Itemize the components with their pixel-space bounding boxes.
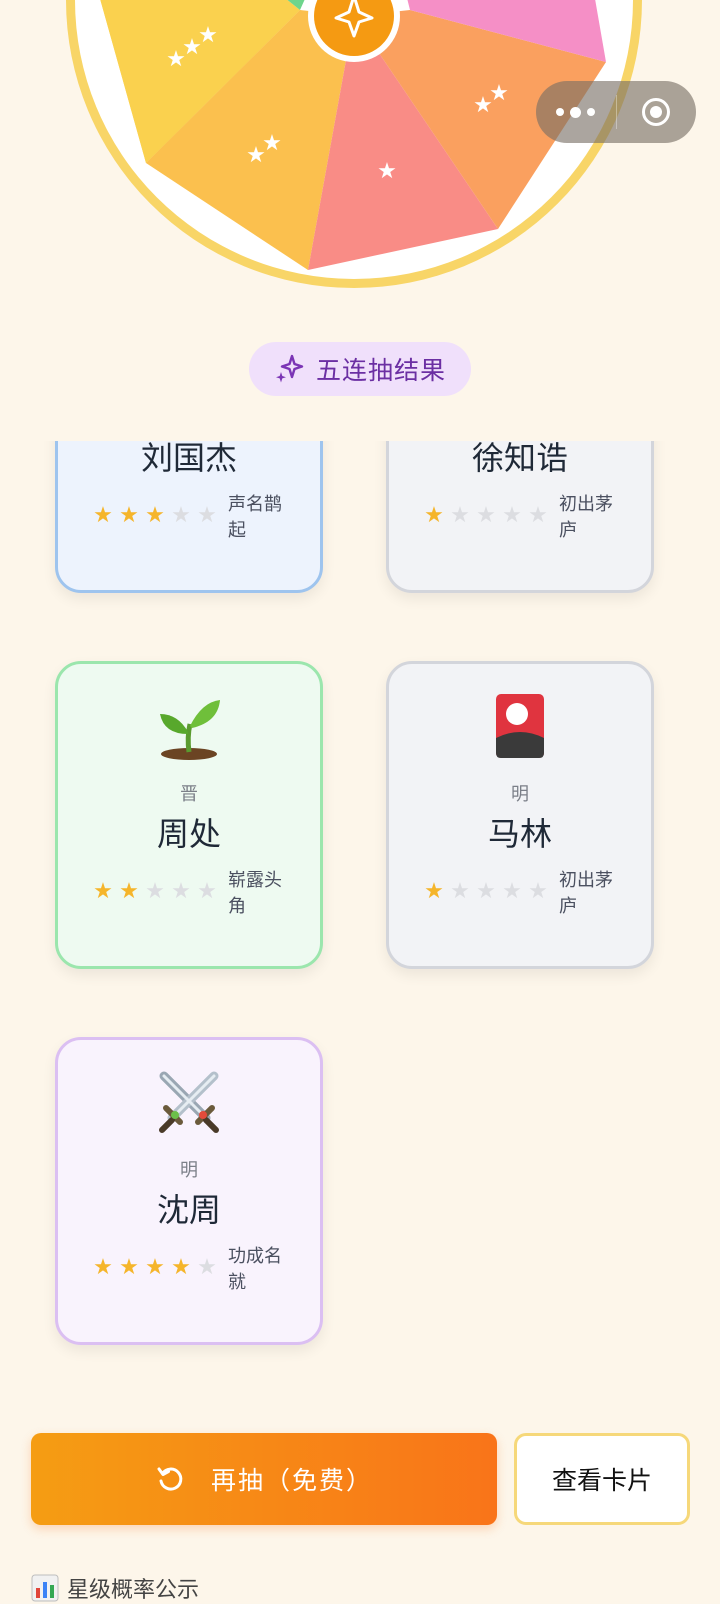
star-empty-icon: ★ bbox=[502, 879, 522, 904]
target-icon bbox=[642, 98, 671, 126]
star-empty-icon: ★ bbox=[502, 503, 522, 528]
draw-again-label: 再抽（免费） bbox=[210, 1466, 373, 1495]
result-card[interactable]: 晋 周处 ★ ★ ★ ★ ★ 崭露头角 bbox=[55, 661, 323, 969]
star-filled-icon: ★ bbox=[424, 503, 444, 528]
star-empty-icon: ★ bbox=[171, 879, 191, 904]
prize-wheel[interactable]: ★★★★★★★★★ bbox=[0, 0, 720, 300]
result-title-badge: 五连抽结果 bbox=[249, 342, 471, 396]
star-filled-icon: ★ bbox=[93, 1255, 113, 1280]
star-empty-icon: ★ bbox=[528, 879, 548, 904]
star-rating: ★ ★ ★ ★ ★ bbox=[92, 881, 218, 903]
star-empty-icon: ★ bbox=[197, 879, 217, 904]
star-filled-icon: ★ bbox=[93, 503, 113, 528]
close-button[interactable] bbox=[617, 81, 697, 143]
segment-star-icon: ★ bbox=[486, 0, 506, 6]
star-empty-icon: ★ bbox=[197, 1255, 217, 1280]
card-tier: 初出茅庐 bbox=[559, 870, 613, 917]
star-filled-icon: ★ bbox=[424, 879, 444, 904]
star-empty-icon: ★ bbox=[171, 503, 191, 528]
card-tier: 功成名就 bbox=[228, 1246, 282, 1293]
result-card[interactable]: 刘国杰 ★ ★ ★ ★ ★ 声名鹊起 bbox=[55, 441, 323, 593]
result-card[interactable]: 明 马林 ★ ★ ★ ★ ★ 初出茅庐 bbox=[386, 661, 654, 969]
segment-star-icon: ★ bbox=[262, 131, 282, 156]
star-filled-icon: ★ bbox=[171, 1255, 191, 1280]
card-dynasty: 明 bbox=[180, 1160, 198, 1181]
sparkles-icon bbox=[275, 354, 304, 383]
star-empty-icon: ★ bbox=[197, 503, 217, 528]
star-rating: ★ ★ ★ ★ ★ bbox=[92, 1257, 218, 1279]
result-card[interactable]: 徐知诰 ★ ★ ★ ★ ★ 初出茅庐 bbox=[386, 441, 654, 593]
star-filled-icon: ★ bbox=[119, 879, 139, 904]
star-empty-icon: ★ bbox=[476, 503, 496, 528]
card-tier: 声名鹊起 bbox=[228, 494, 282, 541]
star-empty-icon: ★ bbox=[476, 879, 496, 904]
card-name: 刘国杰 bbox=[140, 441, 237, 477]
probability-label: 星级概率公示 bbox=[67, 1578, 200, 1603]
refresh-icon bbox=[157, 1467, 183, 1491]
mini-program-capsule bbox=[536, 81, 696, 143]
result-title-text: 五连抽结果 bbox=[315, 356, 446, 385]
result-card[interactable]: 明 沈周 ★ ★ ★ ★ ★ 功成名就 bbox=[55, 1037, 323, 1345]
card-name: 周处 bbox=[156, 815, 221, 853]
star-empty-icon: ★ bbox=[528, 503, 548, 528]
seedling-icon bbox=[58, 692, 320, 766]
view-cards-label: 查看卡片 bbox=[551, 1466, 652, 1495]
star-filled-icon: ★ bbox=[93, 879, 113, 904]
segment-star-icon: ★ bbox=[198, 23, 218, 48]
star-filled-icon: ★ bbox=[145, 503, 165, 528]
star-filled-icon: ★ bbox=[119, 503, 139, 528]
bar-chart-icon bbox=[31, 1574, 59, 1602]
card-dynasty: 晋 bbox=[180, 784, 198, 805]
card-tier: 崭露头角 bbox=[228, 870, 282, 917]
card-dynasty: 明 bbox=[511, 784, 529, 805]
star-filled-icon: ★ bbox=[119, 1255, 139, 1280]
star-filled-icon: ★ bbox=[145, 1255, 165, 1280]
crossed-swords-icon bbox=[58, 1068, 320, 1142]
star-rating: ★ ★ ★ ★ ★ bbox=[423, 881, 549, 903]
card-name: 徐知诰 bbox=[471, 441, 568, 477]
card-name: 马林 bbox=[487, 815, 552, 853]
card-name: 沈周 bbox=[156, 1191, 221, 1229]
draw-results-grid: 刘国杰 ★ ★ ★ ★ ★ 声名鹊起 徐知诰 ★ ★ ★ ★ ★ 初出茅庐 晋 周处 ★ ★ ★ ★ ★… bbox=[0, 441, 720, 1381]
probability-disclosure[interactable]: 星级概率公示 bbox=[31, 1572, 199, 1604]
more-menu-button[interactable] bbox=[536, 81, 616, 143]
star-empty-icon: ★ bbox=[450, 879, 470, 904]
star-empty-icon: ★ bbox=[145, 879, 165, 904]
star-empty-icon: ★ bbox=[450, 503, 470, 528]
more-dots-icon bbox=[556, 106, 596, 118]
card-tier: 初出茅庐 bbox=[559, 494, 613, 541]
segment-star-icon: ★ bbox=[489, 81, 509, 106]
star-rating: ★ ★ ★ ★ ★ bbox=[423, 505, 549, 527]
segment-star-icon: ★ bbox=[377, 159, 397, 184]
flower-card-icon bbox=[389, 692, 651, 766]
view-cards-button[interactable]: 查看卡片 bbox=[514, 1433, 690, 1525]
draw-again-button[interactable]: 再抽（免费） bbox=[31, 1433, 497, 1525]
star-rating: ★ ★ ★ ★ ★ bbox=[92, 505, 218, 527]
